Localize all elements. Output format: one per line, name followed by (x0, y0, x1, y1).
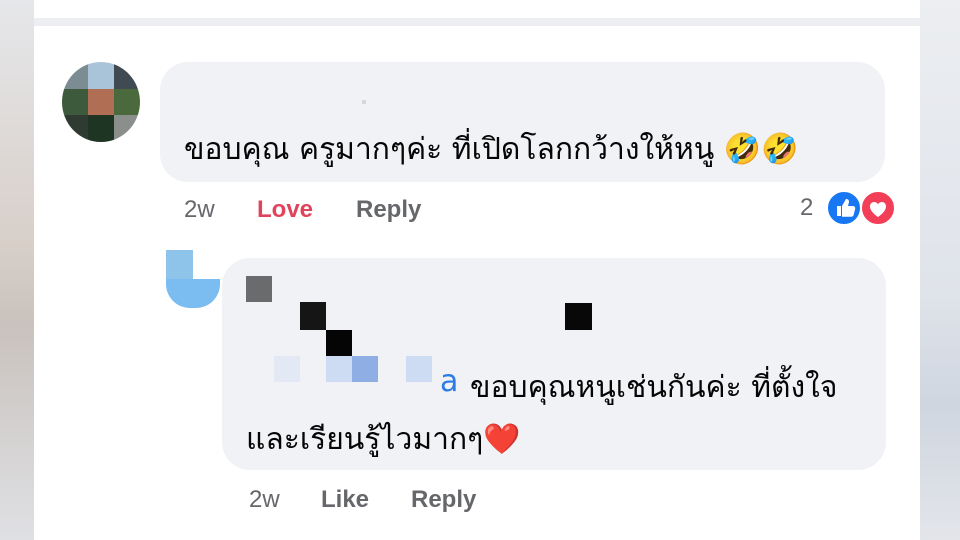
redacted-name (326, 330, 352, 356)
commenter-name[interactable]: a (440, 364, 458, 399)
redacted-name (300, 302, 326, 330)
like-button[interactable]: Like (321, 486, 369, 514)
redacted-name (246, 276, 272, 302)
avatar[interactable] (166, 250, 220, 308)
reaction-count: 2 (800, 194, 814, 221)
like-icon (826, 190, 862, 226)
comment-time[interactable]: 2w (184, 196, 215, 224)
reply-text: และเรียนรู้ไวมากๆ❤️ (246, 422, 521, 457)
divider (34, 18, 920, 26)
background-left (0, 0, 34, 540)
redacted-name (406, 356, 432, 382)
comment-text: ขอบคุณ ครูมากๆค่ะ ที่เปิดโลกกว้างให้หนู … (184, 132, 799, 167)
redacted-name (274, 356, 300, 382)
background-right (920, 0, 960, 540)
redacted-name (362, 100, 366, 104)
redacted-name (326, 356, 352, 382)
avatar[interactable] (62, 62, 140, 142)
redacted-name (565, 303, 592, 330)
redacted-name (352, 356, 378, 382)
heart-icon (860, 190, 896, 226)
reply-time[interactable]: 2w (249, 486, 280, 514)
love-button[interactable]: Love (257, 196, 313, 224)
reply-button[interactable]: Reply (411, 486, 476, 514)
reply-text: ขอบคุณหนูเช่นกันค่ะ ที่ตั้งใจ (470, 370, 838, 405)
reply-button[interactable]: Reply (356, 196, 421, 224)
